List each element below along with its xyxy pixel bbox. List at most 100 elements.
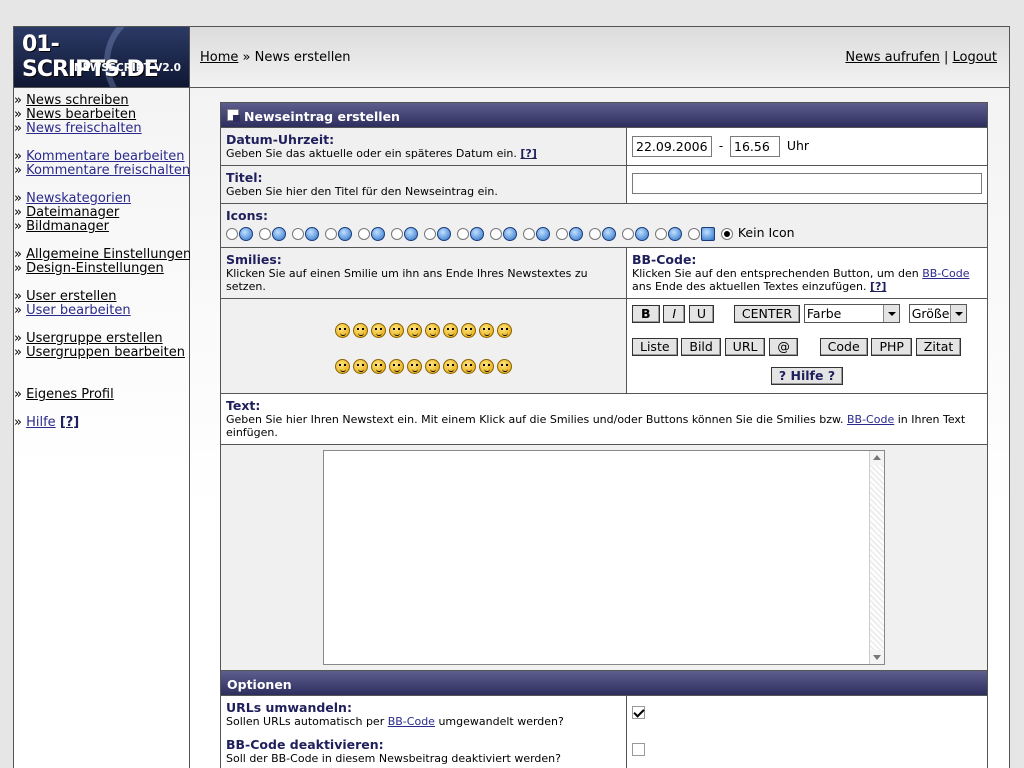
text-bbcode-link[interactable]: BB-Code [847,413,894,426]
sidebar-link-newskategorien[interactable]: Newskategorien [26,191,131,206]
title-label-cell: Titel: Geben Sie hier den Titel für den … [221,166,627,203]
smiley-surprised-icon[interactable] [479,323,494,338]
bbdisable-checkbox-cell [627,733,987,768]
icon-radio[interactable] [226,227,238,240]
date-input[interactable]: 22.09.2006 [632,136,712,157]
quote-button[interactable]: Zitat [915,338,962,356]
sidebar: » News schreiben » News bearbeiten » New… [14,88,192,768]
icon-radio[interactable] [688,227,700,240]
size-select[interactable]: Größe [908,304,967,323]
icon-radio[interactable] [622,227,634,240]
center-button[interactable]: CENTER [733,304,801,323]
smiley-lol-icon[interactable] [479,359,494,374]
sidebar-link-allgemeine-einstellungen[interactable]: Allgemeine Einstellungen [26,247,191,262]
breadcrumb-home-link[interactable]: Home [200,50,238,65]
smiley-angry-icon[interactable] [425,323,440,338]
smiley-smile-icon[interactable] [425,359,440,374]
icon-cool-icon [569,226,583,241]
icon-radio[interactable] [457,227,469,240]
icon-radio[interactable] [259,227,271,240]
sidebar-link-eigenes-profil[interactable]: Eigenes Profil [26,387,114,402]
color-select[interactable]: Farbe [803,304,900,323]
smiley-shock-icon[interactable] [461,323,476,338]
breadcrumb-separator: » [238,50,255,65]
sidebar-link-bildmanager[interactable]: Bildmanager [26,219,109,234]
urls-checkbox[interactable] [632,706,645,719]
smiley-confused-icon[interactable] [353,359,368,374]
icon-radio-none[interactable] [721,227,733,240]
bbdisable-checkbox[interactable] [632,743,645,756]
sidebar-link-design-einstellungen[interactable]: Design-Einstellungen [26,261,164,276]
smiley-cool-icon[interactable] [407,323,422,338]
scroll-down-icon[interactable] [870,650,884,664]
smiley-happy-icon[interactable] [497,323,512,338]
icon-radio[interactable] [589,227,601,240]
sidebar-item-usergruppe-erstellen: » Usergruppe erstellen [14,331,163,346]
datetime-help-link[interactable]: [?] [520,147,536,160]
news-aufrufen-link[interactable]: News aufrufen [845,50,939,65]
php-button[interactable]: PHP [871,338,912,356]
sidebar-item-allgemeine-einstellungen: » Allgemeine Einstellungen [14,247,192,262]
sidebar-link-news-bearbeiten[interactable]: News bearbeiten [26,107,136,122]
bbcode-link[interactable]: BB-Code [922,267,969,280]
bbcode-help-button[interactable]: ? Hilfe ? [770,367,844,385]
time-input[interactable]: 16.56 [730,136,780,157]
sidebar-item-news-freischalten: » News freischalten [14,121,142,136]
sidebar-link-kommentare-bearbeiten[interactable]: Kommentare bearbeiten [26,149,184,164]
code-button[interactable]: Code [819,338,868,356]
smiley-sad-icon[interactable] [335,359,350,374]
icon-radio[interactable] [391,227,403,240]
icon-radio[interactable] [358,227,370,240]
smiley-curse-icon[interactable] [461,359,476,374]
sidebar-link-usergruppe-erstellen[interactable]: Usergruppe erstellen [26,331,163,346]
underline-button[interactable]: U [688,304,715,323]
bbcode-help-link[interactable]: [?] [870,280,886,293]
url-button[interactable]: URL [724,338,766,356]
smiley-mad-icon[interactable] [443,323,458,338]
main-content: Newseintrag erstellen Datum-Uhrzeit: Geb… [190,88,1009,768]
icon-radio[interactable] [292,227,304,240]
smiley-cheer-icon[interactable] [497,359,512,374]
logout-link[interactable]: Logout [952,50,997,65]
list-button[interactable]: Liste [632,338,678,356]
smiley-rolleyes-icon[interactable] [371,359,386,374]
title-input[interactable] [632,173,982,194]
bold-button[interactable]: B [632,304,660,323]
sidebar-link-usergruppen-bearbeiten[interactable]: Usergruppen bearbeiten [26,345,185,360]
urls-bbcode-link[interactable]: BB-Code [388,715,435,728]
sidebar-link-news-freischalten[interactable]: News freischalten [26,121,142,136]
smiley-biggrin-icon[interactable] [371,323,386,338]
text-scrollbar[interactable] [869,451,884,664]
sidebar-link-dateimanager[interactable]: Dateimanager [26,205,119,220]
text-desc-1: Geben Sie hier Ihren Newstext ein. Mit e… [226,413,847,426]
title-label: Titel: [226,170,263,185]
scroll-up-icon[interactable] [870,451,884,465]
sidebar-link-user-bearbeiten[interactable]: User bearbeiten [26,303,131,318]
email-button[interactable]: @ [769,338,798,356]
icon-radio[interactable] [490,227,502,240]
icon-lightbulb-icon [338,226,352,241]
smiley-laugh-icon[interactable] [335,323,350,338]
icon-radio[interactable] [424,227,436,240]
italic-button[interactable]: I [663,304,686,323]
row-bbcode-disable: BB-Code deaktivieren: Soll der BB-Code i… [221,733,987,768]
sidebar-link-kommentare-freischalten[interactable]: Kommentare freischalten [26,163,190,178]
smiley-grin-icon[interactable] [353,323,368,338]
smiley-neutral-icon[interactable] [389,323,404,338]
smiley-wink-icon[interactable] [389,359,404,374]
icon-radio[interactable] [325,227,337,240]
sidebar-link-hilfe[interactable]: Hilfe [26,415,56,430]
row-smilies-bbcode-labels: Smilies: Klicken Sie auf einen Smilie um… [221,248,987,299]
sidebar-link-news-schreiben[interactable]: News schreiben [26,93,129,108]
urls-desc: Sollen URLs automatisch per BB-Code umge… [226,715,621,728]
image-button[interactable]: Bild [681,338,721,356]
sidebar-link-user-erstellen[interactable]: User erstellen [26,289,116,304]
icon-radio[interactable] [523,227,535,240]
sidebar-help-tag[interactable]: [?] [60,415,79,430]
news-text-area[interactable] [323,450,885,665]
icon-radio[interactable] [556,227,568,240]
smiley-blush-icon[interactable] [407,359,422,374]
smiley-tongue-icon[interactable] [443,359,458,374]
icon-radio[interactable] [655,227,667,240]
